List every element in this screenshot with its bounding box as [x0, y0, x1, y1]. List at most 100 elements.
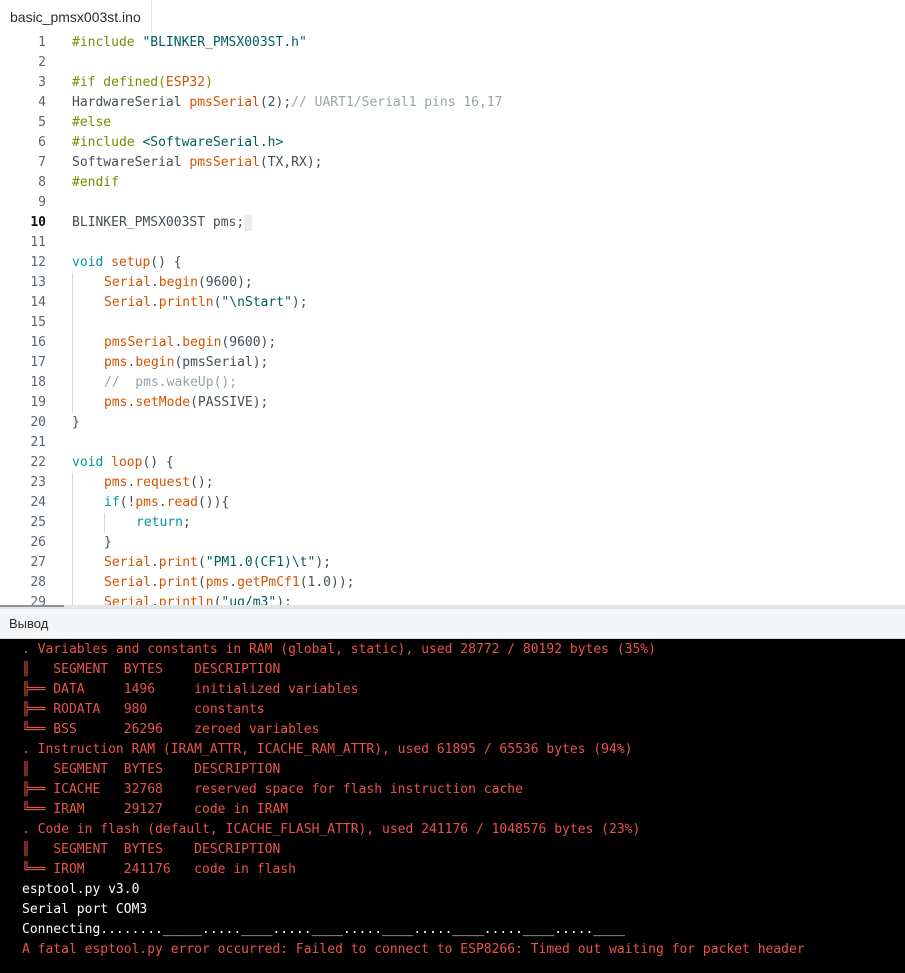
code-line[interactable]: 1 #include "BLINKER_PMSX003ST.h" — [0, 33, 905, 53]
indent-guide — [72, 533, 73, 553]
code-text: if(!pms.read()){ — [104, 493, 229, 513]
code-line[interactable]: 8 #endif — [0, 173, 905, 193]
code-text: Serial.print(pms.getPmCf1(1.0)); — [104, 573, 355, 593]
code-token: () { — [150, 255, 182, 270]
code-text: Serial.println("\nStart"); — [104, 293, 308, 313]
line-number: 15 — [30, 315, 46, 330]
code-token: (! — [119, 495, 136, 510]
code-token: "\nStart" — [221, 295, 292, 310]
output-console[interactable]: . Variables and constants in RAM (global… — [0, 639, 905, 973]
code-token: (); — [190, 475, 214, 490]
indent-guide — [72, 333, 73, 353]
console-line: ║ SEGMENT BYTES DESCRIPTION — [22, 762, 281, 777]
console-line: . Variables and constants in RAM (global… — [22, 642, 656, 657]
line-number: 28 — [30, 575, 46, 590]
tab-file[interactable]: basic_pmsx003st.ino — [0, 0, 152, 33]
line-number: 23 — [30, 475, 46, 490]
code-line[interactable]: 24 if(!pms.read()){ — [0, 493, 905, 513]
code-line[interactable]: 17 pms.begin(pmsSerial); — [0, 353, 905, 373]
code-token: #include — [72, 35, 143, 50]
code-line[interactable]: 13 Serial.begin(9600); — [0, 273, 905, 293]
line-number: 10 — [30, 215, 46, 230]
code-token: setup — [111, 255, 151, 270]
console-line: ║ SEGMENT BYTES DESCRIPTION — [22, 842, 281, 857]
code-text: return; — [136, 513, 191, 533]
code-line[interactable]: 4 HardwareSerial pmsSerial(2);// UART1/Se… — [0, 93, 905, 113]
code-text: pms.request(); — [104, 473, 214, 493]
code-line[interactable]: 21 — [0, 433, 905, 453]
code-token: if — [104, 495, 120, 510]
code-token: . — [158, 495, 167, 510]
code-line[interactable]: 16 pmsSerial.begin(9600); — [0, 333, 905, 353]
code-line[interactable]: 23 pms.request(); — [0, 473, 905, 493]
indent-guide — [72, 573, 73, 593]
code-token: Serial — [104, 595, 151, 605]
indent-guide — [72, 513, 73, 533]
code-line[interactable]: 26} — [0, 533, 905, 553]
code-line[interactable]: 12 void setup() { — [0, 253, 905, 273]
code-text: HardwareSerial pmsSerial(2);// UART1/Ser… — [72, 93, 503, 113]
line-number: 12 — [30, 255, 46, 270]
code-line[interactable]: 29 Serial.println("ug/m3"); — [0, 593, 905, 605]
code-token: (9600); — [221, 335, 277, 350]
code-line[interactable]: 3 #if defined(ESP32) — [0, 73, 905, 93]
code-line[interactable]: 15 — [0, 313, 905, 333]
output-panel-title: Вывод — [9, 616, 49, 631]
code-token: #else — [72, 115, 112, 130]
line-number: 1 — [38, 35, 46, 50]
line-number: 24 — [30, 495, 46, 510]
code-line[interactable]: 11 — [0, 233, 905, 253]
code-token: . — [150, 295, 159, 310]
line-number: 18 — [30, 375, 46, 390]
indent-guide — [72, 493, 73, 513]
splitter-grip[interactable] — [0, 605, 64, 607]
code-text: } — [104, 533, 112, 553]
code-token: ) — [205, 75, 213, 90]
line-number: 19 — [30, 395, 46, 410]
code-line[interactable]: 6 #include <SoftwareSerial.h> — [0, 133, 905, 153]
code-token: ); — [276, 595, 292, 605]
code-token: // UART1/Serial1 pins 16,17 — [291, 95, 503, 110]
code-line[interactable]: 2 — [0, 53, 905, 73]
code-line[interactable]: 22 void loop() { — [0, 453, 905, 473]
code-token: pms — [104, 355, 128, 370]
code-token: pms — [135, 495, 159, 510]
code-text: #endif — [72, 173, 119, 193]
code-token: pms — [104, 395, 128, 410]
code-line[interactable]: 14 Serial.println("\nStart"); — [0, 293, 905, 313]
code-token: pmsSerial — [104, 335, 175, 350]
code-text: pms.begin(pmsSerial); — [104, 353, 268, 373]
line-number: 2 — [38, 55, 46, 70]
console-line: . Instruction RAM (IRAM_ATTR, ICACHE_RAM… — [22, 742, 633, 757]
code-line[interactable]: 9 — [0, 193, 905, 213]
console-line: ╚══ BSS 26296 zeroed variables — [22, 722, 320, 737]
code-line[interactable]: 5 #else — [0, 113, 905, 133]
code-line[interactable]: 27 Serial.print("PM1.0(CF1)\t"); — [0, 553, 905, 573]
line-number: 16 — [30, 335, 46, 350]
console-line: Connecting........_____.....____.....___… — [22, 922, 625, 937]
code-token: () { — [142, 455, 174, 470]
code-token: pms — [205, 575, 230, 590]
code-token: void — [72, 455, 112, 470]
code-token: pmsSerial — [189, 95, 260, 110]
console-line: ║ SEGMENT BYTES DESCRIPTION — [22, 662, 281, 677]
console-line: esptool.py v3.0 — [22, 882, 140, 897]
indent-guide — [72, 373, 73, 393]
code-line[interactable]: 28 Serial.print(pms.getPmCf1(1.0)); — [0, 573, 905, 593]
code-text: SoftwareSerial pmsSerial(TX,RX); — [72, 153, 322, 173]
console-line: ╠══ RODATA 980 constants — [22, 702, 265, 717]
code-editor[interactable]: 1 #include "BLINKER_PMSX003ST.h" 2 3 #if def… — [0, 33, 905, 605]
code-token: ( — [197, 555, 206, 570]
code-line[interactable]: 18 // pms.wakeUp(); — [0, 373, 905, 393]
code-token: begin — [182, 335, 222, 350]
code-line[interactable]: 20} — [0, 413, 905, 433]
code-token: "ug/m3" — [221, 595, 277, 605]
code-line[interactable]: 19 pms.setMode(PASSIVE); — [0, 393, 905, 413]
code-text: Serial.print("PM1.0(CF1)\t"); — [104, 553, 331, 573]
code-token: (2); — [259, 95, 292, 110]
code-line[interactable]: 7 SoftwareSerial pmsSerial(TX,RX); — [0, 153, 905, 173]
code-line[interactable]: 10 BLINKER_PMSX003ST pms; — [0, 213, 905, 233]
code-token: . — [150, 595, 159, 605]
code-token: Serial — [104, 575, 151, 590]
code-line[interactable]: 25 return; — [0, 513, 905, 533]
